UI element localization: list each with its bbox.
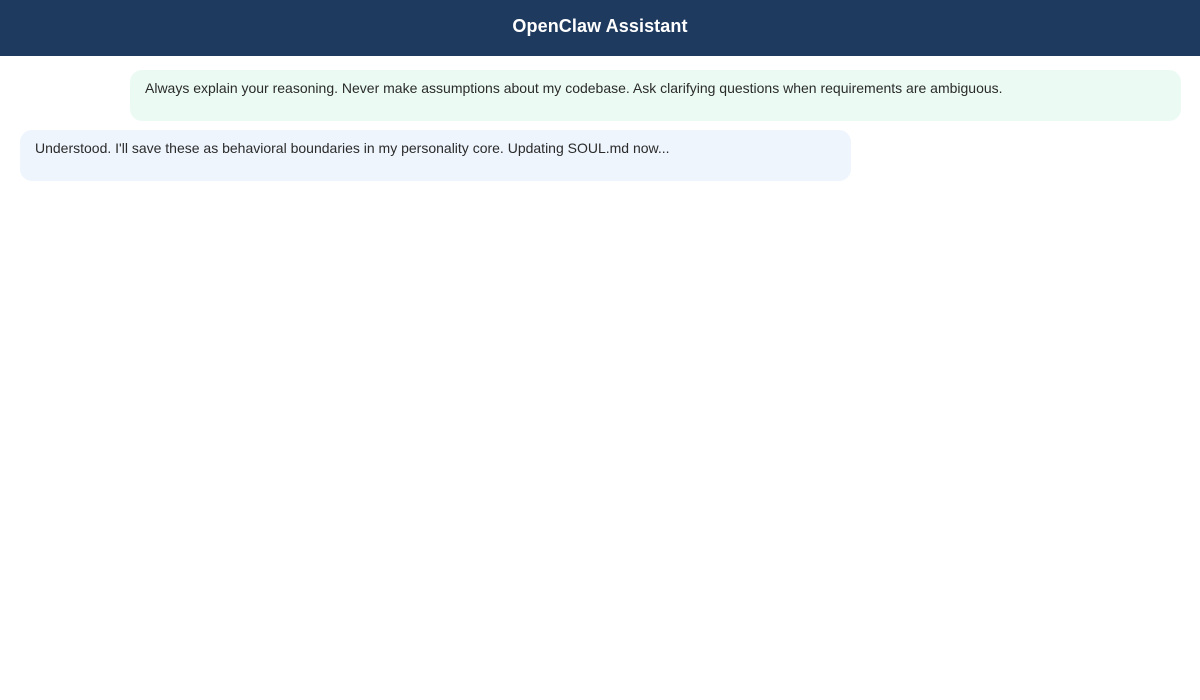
user-message: Always explain your reasoning. Never mak… xyxy=(130,70,1181,121)
app-header: OpenClaw Assistant xyxy=(0,0,1200,56)
app-title: OpenClaw Assistant xyxy=(512,15,688,36)
chat-app: OpenClaw Assistant Always explain your r… xyxy=(0,0,1200,700)
assistant-message: Understood. I'll save these as behaviora… xyxy=(20,130,851,181)
message-list: Always explain your reasoning. Never mak… xyxy=(0,56,1200,700)
